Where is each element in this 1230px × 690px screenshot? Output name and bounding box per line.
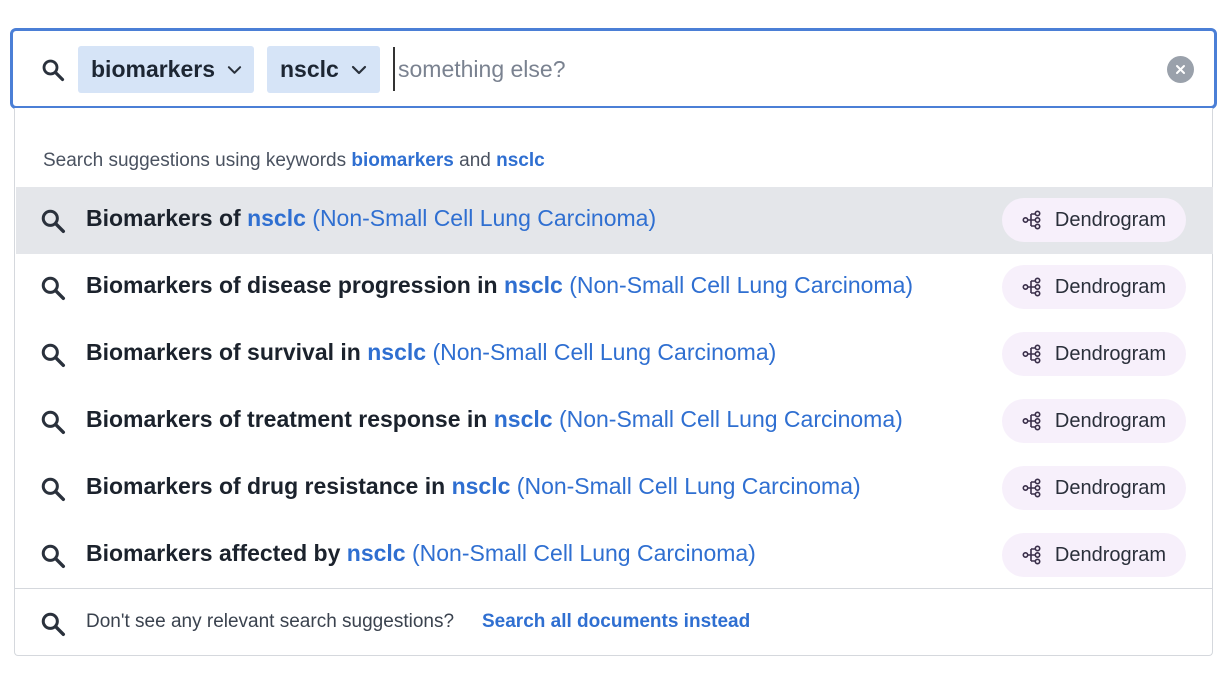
suggestion-text: Biomarkers of treatment response in nscl…	[86, 406, 903, 432]
chevron-down-icon	[227, 65, 242, 74]
header-keyword-nsclc: nsclc	[496, 150, 545, 171]
search-icon	[41, 58, 65, 82]
search-icon	[40, 342, 66, 368]
keyword-chip-nsclc[interactable]: nsclc	[267, 46, 380, 93]
footer-text: Don't see any relevant search suggestion…	[86, 611, 455, 632]
suggestions-dropdown: Search suggestions using keywords biomar…	[14, 108, 1213, 656]
suggestion-text: Biomarkers affected by nsclc (Non-Small …	[86, 540, 756, 566]
dendrogram-icon	[1022, 411, 1042, 431]
suggestion-row[interactable]: Biomarkers of drug resistance in nsclc (…	[16, 455, 1213, 522]
close-icon	[1176, 65, 1185, 74]
header-keyword-biomarkers: biomarkers	[351, 150, 454, 171]
suggestion-text: Biomarkers of survival in nsclc (Non-Sma…	[86, 339, 777, 365]
chip-label: nsclc	[280, 56, 339, 82]
search-icon	[40, 208, 66, 234]
dendrogram-button[interactable]: Dendrogram	[1002, 332, 1186, 376]
search-icon	[40, 409, 66, 435]
dendrogram-button[interactable]: Dendrogram	[1002, 399, 1186, 443]
keyword-chip-biomarkers[interactable]: biomarkers	[78, 46, 254, 93]
dendrogram-button[interactable]: Dendrogram	[1002, 265, 1186, 309]
dendrogram-button[interactable]: Dendrogram	[1002, 466, 1186, 510]
suggestion-row[interactable]: Biomarkers of survival in nsclc (Non-Sma…	[16, 321, 1213, 388]
suggestion-row[interactable]: Biomarkers of treatment response in nscl…	[16, 388, 1213, 455]
dendrogram-button[interactable]: Dendrogram	[1002, 198, 1186, 242]
suggestion-text: Biomarkers of disease progression in nsc…	[86, 272, 914, 298]
suggestion-row[interactable]: Biomarkers affected by nsclc (Non-Small …	[16, 522, 1213, 589]
clear-search-button[interactable]	[1167, 56, 1194, 83]
dendrogram-icon	[1022, 277, 1042, 297]
suggestions-footer: Don't see any relevant search suggestion…	[16, 589, 1213, 655]
suggestion-row[interactable]: Biomarkers of nsclc (Non-Small Cell Lung…	[16, 187, 1213, 254]
dendrogram-icon	[1022, 545, 1042, 565]
suggestions-header: Search suggestions using keywords biomar…	[43, 150, 545, 171]
dendrogram-icon	[1022, 210, 1042, 230]
suggestion-text: Biomarkers of nsclc (Non-Small Cell Lung…	[86, 205, 657, 231]
dendrogram-icon	[1022, 478, 1042, 498]
search-icon	[40, 611, 66, 637]
search-icon	[40, 476, 66, 502]
suggestion-row[interactable]: Biomarkers of disease progression in nsc…	[16, 254, 1213, 321]
dendrogram-icon	[1022, 344, 1042, 364]
search-icon	[40, 275, 66, 301]
search-bar: biomarkers nsclc	[10, 28, 1217, 109]
search-input[interactable]	[393, 47, 1153, 91]
search-all-documents-link[interactable]: Search all documents instead	[482, 611, 750, 633]
search-icon	[40, 543, 66, 569]
suggestion-text: Biomarkers of drug resistance in nsclc (…	[86, 473, 861, 499]
dendrogram-button[interactable]: Dendrogram	[1002, 533, 1186, 577]
chevron-down-icon	[351, 65, 366, 74]
chip-label: biomarkers	[91, 56, 216, 82]
